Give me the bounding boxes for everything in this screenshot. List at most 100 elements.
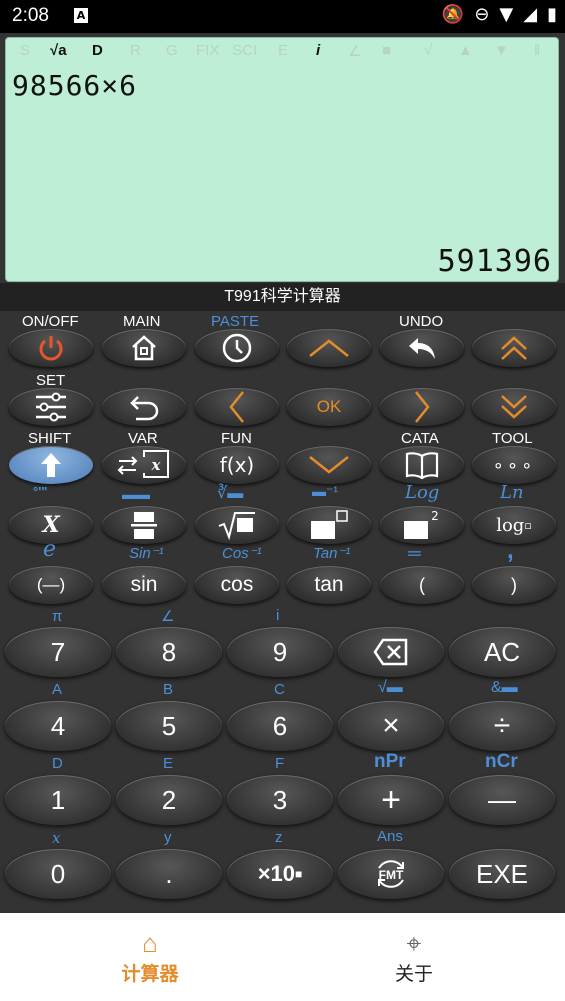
digit-9-button[interactable]: 9 — [227, 627, 333, 677]
left-paren-button[interactable]: ( — [380, 566, 464, 604]
label-z: z — [275, 829, 283, 846]
nav-tab-calculator[interactable]: ⌂ 计算器 — [80, 927, 220, 986]
digit-1-button[interactable]: 1 — [5, 775, 111, 825]
chevron-left-icon — [229, 391, 244, 423]
flag-block-icon: ■ — [382, 42, 392, 59]
up-button[interactable] — [287, 329, 371, 367]
undo-icon — [409, 338, 435, 359]
all-clear-button[interactable]: AC — [449, 627, 555, 677]
ok-button[interactable]: OK — [287, 388, 371, 426]
label-e: e — [43, 537, 57, 562]
label-log: Log — [405, 482, 440, 503]
crosshair-icon: ⌖ — [406, 928, 422, 958]
decimal-point-button[interactable]: . — [116, 849, 222, 899]
label-ln: Ln — [500, 482, 524, 503]
function-button[interactable]: f(x) — [195, 446, 279, 484]
divide-button[interactable]: ÷ — [449, 701, 555, 751]
times-ten-label: ×10 — [257, 861, 296, 886]
label-ans: Ans — [377, 828, 403, 845]
backspace-icon — [373, 638, 408, 666]
digit-5-button[interactable]: 5 — [116, 701, 222, 751]
format-cycle-icon: FMT — [378, 860, 404, 888]
negative-button[interactable]: (—) — [9, 566, 93, 604]
clock-icon — [222, 333, 252, 363]
fraction-button[interactable] — [102, 506, 186, 544]
digit-7-button[interactable]: 7 — [5, 627, 111, 677]
page-up-button[interactable] — [472, 329, 556, 367]
var-button[interactable]: x — [102, 446, 186, 484]
keypad: ON/OFF MAIN PASTE UNDO SET OK SHIFT VAR … — [0, 311, 565, 913]
digit-6-button[interactable]: 6 — [227, 701, 333, 751]
label-comma: , — [507, 537, 514, 564]
right-button[interactable] — [380, 388, 464, 426]
digit-3-button[interactable]: 3 — [227, 775, 333, 825]
plus-button[interactable]: + — [338, 775, 444, 825]
label-c: C — [274, 681, 285, 698]
execute-button[interactable]: EXE — [449, 849, 555, 899]
label-cata: CATA — [401, 430, 439, 447]
minus-button[interactable]: — — [449, 775, 555, 825]
label-pi: π — [52, 608, 63, 625]
nav-about-label: 关于 — [394, 964, 433, 985]
shift-button[interactable] — [9, 446, 93, 484]
main-button[interactable] — [102, 329, 186, 367]
digit-8-button[interactable]: 8 — [116, 627, 222, 677]
power-of-button[interactable] — [287, 506, 371, 544]
calculator-display: S √a D R G FIX SCI E i ∠ ■ √ ▲ ▼ ‖ 98566… — [5, 37, 559, 282]
settings-button[interactable] — [9, 388, 93, 426]
flag-sci: SCI — [232, 42, 258, 59]
log-base-box-icon: ▫ — [524, 518, 532, 532]
history-button[interactable] — [195, 329, 279, 367]
back-button[interactable] — [102, 388, 186, 426]
sliders-icon — [36, 392, 66, 422]
label-on-off: ON/OFF — [22, 313, 79, 330]
home-icon — [132, 335, 156, 361]
exponent-box-icon: ■ — [295, 867, 303, 881]
label-d: D — [52, 755, 63, 772]
label-e-var: E — [163, 755, 174, 772]
indicator-flags: S √a D R G FIX SCI E i ∠ ■ √ ▲ ▼ ‖ — [20, 42, 548, 64]
var-swap-icon: x — [117, 450, 169, 478]
flag-pause-icon: ‖ — [534, 42, 541, 59]
label-paste: PASTE — [211, 313, 260, 330]
down-button[interactable] — [287, 446, 371, 484]
catalog-button[interactable] — [380, 446, 464, 484]
digit-2-button[interactable]: 2 — [116, 775, 222, 825]
arrow-up-icon — [41, 453, 61, 477]
tan-button[interactable]: tan — [287, 566, 371, 604]
log-base-button[interactable]: log ▫ — [472, 506, 556, 544]
right-paren-button[interactable]: ) — [472, 566, 556, 604]
sin-button[interactable]: sin — [102, 566, 186, 604]
svg-text:x: x — [151, 456, 162, 474]
delete-button[interactable] — [338, 627, 444, 677]
page-down-button[interactable] — [472, 388, 556, 426]
dnd-icon: ⊖ — [474, 4, 490, 25]
square-icon: 2 — [404, 509, 439, 539]
undo-button[interactable] — [380, 329, 464, 367]
result-display: 591396 — [437, 244, 552, 279]
flag-fix: FIX — [196, 42, 220, 59]
double-chevron-down-icon — [501, 395, 527, 419]
label-shift: SHIFT — [28, 430, 72, 447]
nav-tab-about[interactable]: ⌖ 关于 — [344, 927, 484, 986]
left-button[interactable] — [195, 388, 279, 426]
tool-button[interactable]: ∘∘∘ — [472, 446, 556, 484]
flag-up-icon: ▲ — [458, 42, 473, 59]
label-equals-icon: ═ — [408, 543, 421, 563]
times-ten-power-button[interactable]: ×10 ■ — [227, 849, 333, 899]
return-icon — [130, 396, 159, 421]
label-x: x — [52, 829, 61, 847]
square-button[interactable]: 2 — [380, 506, 464, 544]
digit-4-button[interactable]: 4 — [5, 701, 111, 751]
label-imaginary: i — [276, 607, 280, 624]
format-button[interactable]: FMT — [338, 849, 444, 899]
signal-icon: ◢ — [523, 4, 538, 25]
digit-0-button[interactable]: 0 — [5, 849, 111, 899]
battery-icon: ▮ — [547, 4, 557, 25]
multiply-button[interactable]: × — [338, 701, 444, 751]
power-button[interactable] — [9, 329, 93, 367]
sqrt-button[interactable] — [195, 506, 279, 544]
cos-button[interactable]: cos — [195, 566, 279, 604]
label-nth-root-icon: ∛▬ — [217, 485, 244, 502]
flag-e: E — [278, 42, 289, 59]
